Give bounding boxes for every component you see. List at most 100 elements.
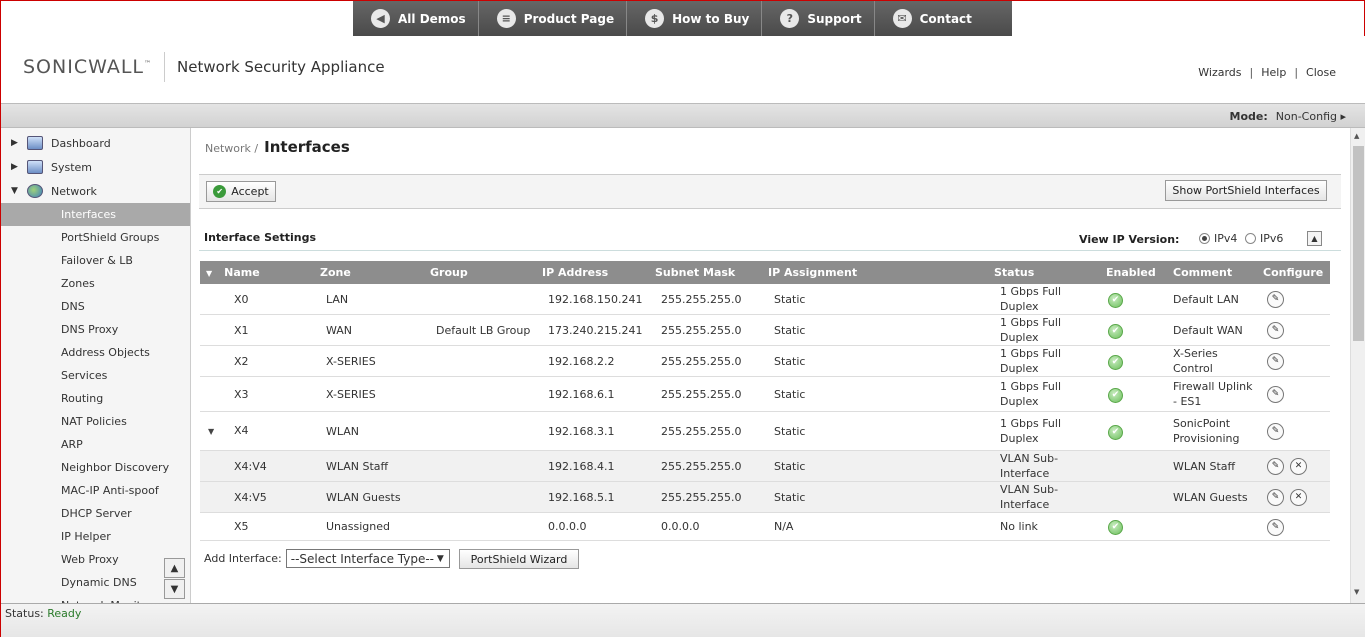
expand-row-icon[interactable]: ▼: [208, 424, 234, 439]
dashboard-icon: [27, 136, 43, 150]
col-comment[interactable]: Comment: [1167, 261, 1257, 284]
sidebar-item-failover-lb[interactable]: Failover & LB: [1, 249, 190, 272]
cell-name: X2: [200, 345, 314, 377]
sidebar-scroll-down-button[interactable]: ▼: [164, 579, 185, 599]
col-zone[interactable]: Zone: [314, 261, 424, 284]
cell-status: VLAN Sub-Interface: [988, 450, 1100, 482]
status-bar: Status: Ready: [1, 603, 1365, 637]
cell-group: Default LB Group: [424, 314, 536, 346]
sidebar-scroll-up-button[interactable]: ▲: [164, 558, 185, 578]
accept-button[interactable]: ✔ Accept: [206, 181, 276, 202]
wizards-link[interactable]: Wizards: [1198, 66, 1241, 79]
collapse-section-button[interactable]: ▲: [1307, 231, 1322, 246]
breadcrumb-parent[interactable]: Network /: [205, 142, 258, 155]
sidebar-item-dhcp-server[interactable]: DHCP Server: [1, 502, 190, 525]
nav-contact[interactable]: ✉ Contact: [873, 1, 1012, 36]
mode-bar: Mode: Non-Config ▸: [1, 103, 1365, 128]
table-header-row: ▼ Name Zone Group IP Address Subnet Mask …: [200, 261, 1330, 284]
cell-group: [424, 345, 536, 377]
delete-icon[interactable]: ✕: [1290, 458, 1307, 475]
sidebar-item-dns-proxy[interactable]: DNS Proxy: [1, 318, 190, 341]
cell-enabled: [1100, 481, 1167, 513]
sidebar-item-nat-policies[interactable]: NAT Policies: [1, 410, 190, 433]
delete-icon[interactable]: ✕: [1290, 489, 1307, 506]
nav-support[interactable]: ? Support: [761, 1, 874, 36]
cell-mask: 255.255.255.0: [649, 450, 762, 482]
sidebar-item-services[interactable]: Services: [1, 364, 190, 387]
cell-comment: WLAN Staff: [1167, 450, 1257, 482]
sidebar-item-web-proxy[interactable]: Web Proxy: [1, 548, 190, 571]
show-portshield-button[interactable]: Show PortShield Interfaces: [1165, 180, 1327, 201]
cell-configure: ✎: [1257, 314, 1330, 346]
nav-label: Product Page: [523, 11, 615, 26]
arrow-down-icon: ▼: [170, 583, 179, 595]
sidebar-item-zones[interactable]: Zones: [1, 272, 190, 295]
close-link[interactable]: Close: [1306, 66, 1336, 79]
cell-name: X5: [200, 512, 314, 541]
ipv6-radio[interactable]: IPv6: [1245, 232, 1283, 245]
cell-configure: ✎: [1257, 512, 1330, 541]
sidebar-item-ip-helper[interactable]: IP Helper: [1, 525, 190, 548]
scroll-thumb[interactable]: [1353, 146, 1364, 341]
enabled-check-icon: ✔: [1108, 387, 1123, 403]
nav-product-page[interactable]: ≡ Product Page: [477, 1, 627, 36]
col-mask[interactable]: Subnet Mask: [649, 261, 762, 284]
monitor-icon: [27, 160, 43, 174]
col-status[interactable]: Status: [988, 261, 1100, 284]
interface-type-select[interactable]: --Select Interface Type-- ▼: [285, 549, 450, 568]
cell-configure: ✎: [1257, 376, 1330, 412]
interfaces-table: ▼ Name Zone Group IP Address Subnet Mask …: [200, 261, 1330, 541]
edit-icon[interactable]: ✎: [1267, 518, 1284, 536]
sidebar-item-interfaces[interactable]: Interfaces: [1, 203, 190, 226]
main-scrollbar[interactable]: ▲ ▼: [1350, 128, 1365, 603]
col-name[interactable]: ▼ Name: [200, 261, 314, 284]
cell-mask: 255.255.255.0: [649, 481, 762, 513]
sidebar-item-routing[interactable]: Routing: [1, 387, 190, 410]
portshield-wizard-button[interactable]: PortShield Wizard: [459, 549, 579, 569]
nav-all-demos[interactable]: ◀ All Demos: [353, 1, 478, 36]
col-assign[interactable]: IP Assignment: [762, 261, 988, 284]
edit-icon[interactable]: ✎: [1267, 386, 1284, 403]
sidebar-item-arp[interactable]: ARP: [1, 433, 190, 456]
cell-configure: ✎: [1257, 284, 1330, 315]
sidebar-item-system[interactable]: ▶ System: [1, 155, 190, 179]
col-enabled[interactable]: Enabled: [1100, 261, 1167, 284]
sidebar-item-address-objects[interactable]: Address Objects: [1, 341, 190, 364]
cell-enabled: ✔: [1100, 345, 1167, 377]
sidebar-item-mac-ip-antispoof[interactable]: MAC-IP Anti-spoof: [1, 479, 190, 502]
col-group[interactable]: Group: [424, 261, 536, 284]
scroll-down-icon: ▼: [1354, 588, 1360, 596]
cell-group: [424, 376, 536, 412]
sidebar-item-dashboard[interactable]: ▶ Dashboard: [1, 131, 190, 155]
cell-mask: 255.255.255.0: [649, 376, 762, 412]
cell-zone: LAN: [314, 284, 424, 315]
cell-name: X0: [200, 284, 314, 315]
table-row: ▼ X4 WLAN 192.168.3.1 255.255.255.0 Static 1 G…: [200, 411, 1330, 451]
add-interface-label: Add Interface:: [204, 552, 282, 565]
sonicwall-logo: SONICWALL™: [23, 56, 153, 78]
sidebar-item-network-monitor[interactable]: Network Monitor: [1, 594, 190, 603]
sidebar-item-portshield-groups[interactable]: PortShield Groups: [1, 226, 190, 249]
mode-indicator[interactable]: Mode: Non-Config ▸: [1230, 110, 1346, 123]
cell-mask: 255.255.255.0: [649, 284, 762, 315]
edit-icon[interactable]: ✎: [1267, 423, 1284, 440]
sidebar-item-dynamic-dns[interactable]: Dynamic DNS: [1, 571, 190, 594]
radio-empty-icon: [1245, 233, 1256, 244]
edit-icon[interactable]: ✎: [1267, 489, 1284, 506]
sidebar-item-network[interactable]: ▼ Network: [1, 179, 190, 203]
sidebar-item-dns[interactable]: DNS: [1, 295, 190, 318]
col-ip[interactable]: IP Address: [536, 261, 649, 284]
edit-icon[interactable]: ✎: [1267, 458, 1284, 475]
cell-zone: X-SERIES: [314, 376, 424, 412]
cell-group: [424, 411, 536, 451]
help-link[interactable]: Help: [1261, 66, 1286, 79]
ipv4-radio[interactable]: IPv4: [1199, 232, 1237, 245]
edit-icon[interactable]: ✎: [1267, 322, 1284, 339]
edit-icon[interactable]: ✎: [1267, 291, 1284, 308]
sidebar-item-neighbor-discovery[interactable]: Neighbor Discovery: [1, 456, 190, 479]
nav-how-to-buy[interactable]: $ How to Buy: [626, 1, 762, 36]
sidebar: ▶ Dashboard ▶ System ▼ Network Interfaces P…: [1, 128, 191, 603]
cell-mask: 255.255.255.0: [649, 345, 762, 377]
edit-icon[interactable]: ✎: [1267, 353, 1284, 370]
main-content: Network / Interfaces ✔ Accept Show PortShi…: [192, 128, 1350, 603]
